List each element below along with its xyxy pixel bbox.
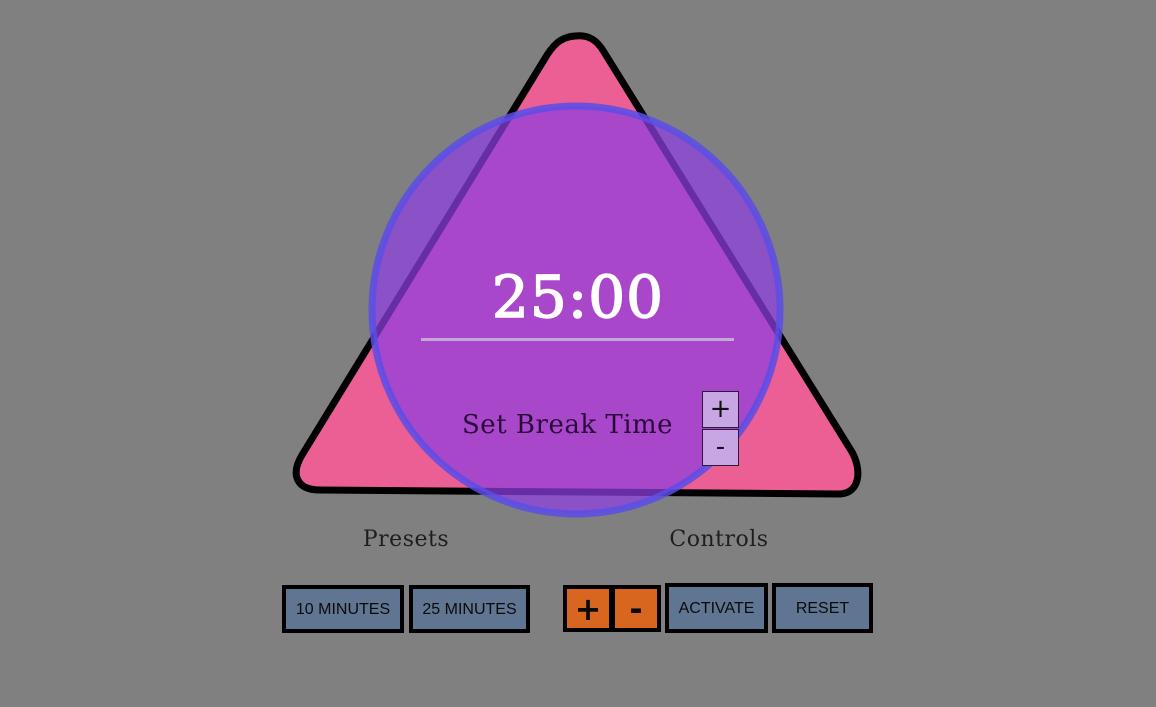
controls-title: Controls — [669, 527, 769, 552]
activate-button[interactable]: ACTIVATE — [665, 583, 768, 633]
preset-25-minutes-button[interactable]: 25 MINUTES — [409, 585, 530, 633]
break-time-label: Set Break Time — [462, 410, 674, 440]
timer-display: 25:00 — [491, 262, 665, 332]
break-time-decrease-button[interactable]: - — [702, 429, 739, 466]
pomodoro-timer-app: 25:00 Set Break Time + - Presets Control… — [0, 0, 1156, 707]
break-time-increase-button[interactable]: + — [702, 391, 739, 428]
time-decrease-button[interactable]: - — [611, 585, 661, 632]
presets-title: Presets — [362, 527, 450, 552]
time-increase-button[interactable]: + — [563, 585, 613, 632]
timer-divider — [421, 338, 734, 341]
reset-button[interactable]: RESET — [772, 583, 873, 633]
preset-10-minutes-button[interactable]: 10 MINUTES — [282, 585, 404, 633]
